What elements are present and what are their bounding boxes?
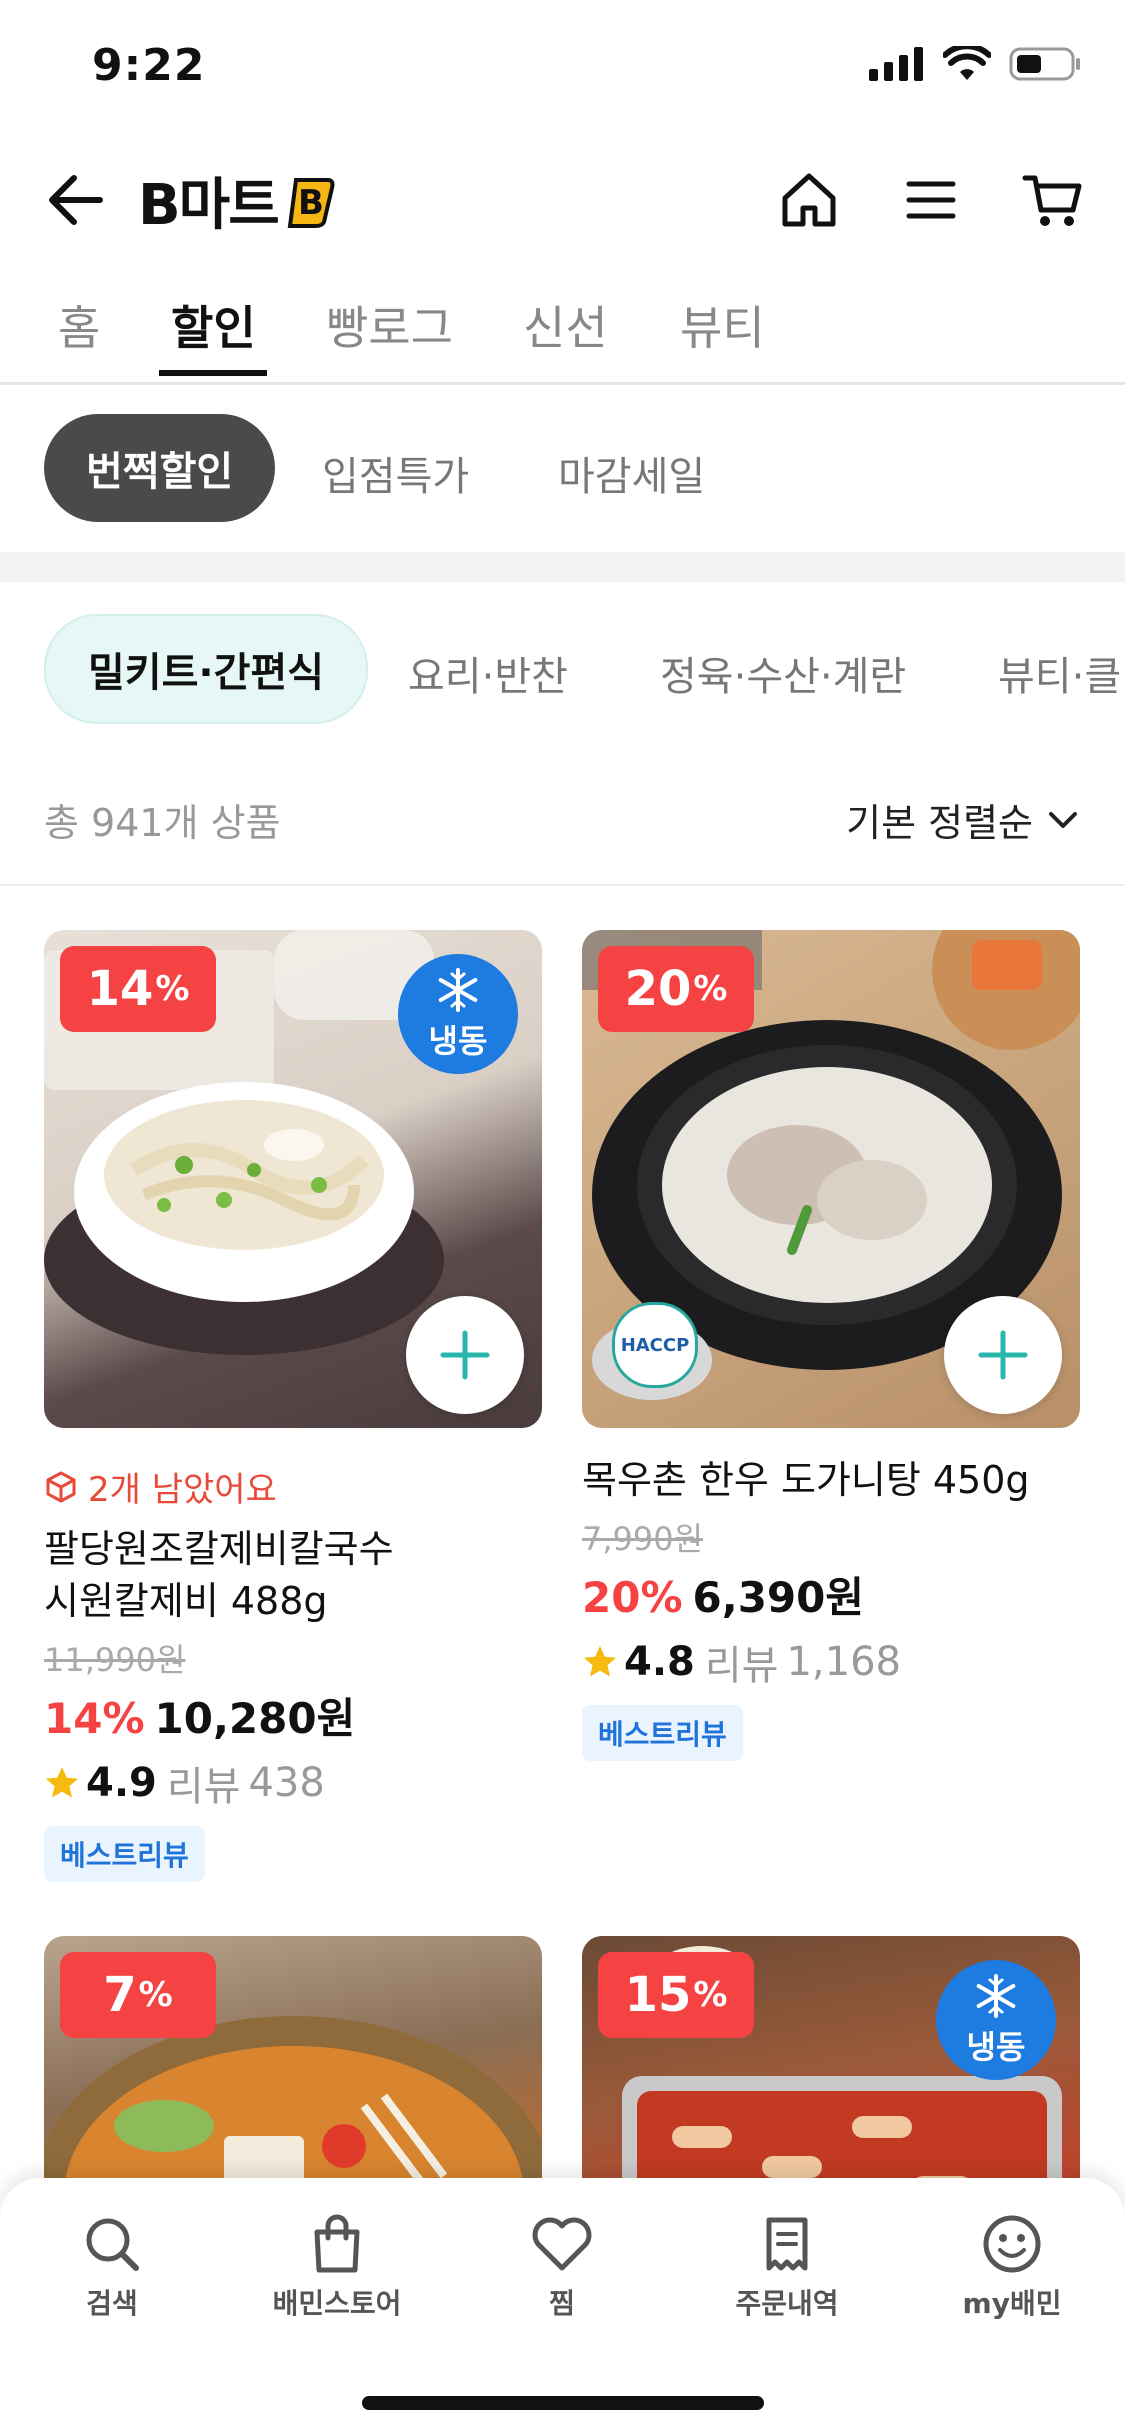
discount-badge: 7% [60,1952,216,2038]
category-mealkit[interactable]: 밀키트·간편식 [44,614,368,724]
best-review-tag: 베스트리뷰 [582,1705,743,1761]
cart-icon[interactable] [1021,168,1085,232]
active-tab-indicator [159,370,267,376]
tab-home[interactable]: 홈 [58,292,100,358]
smiley-icon [983,2215,1041,2273]
snowflake-icon [438,968,478,1012]
top-actions [777,168,1085,232]
subtab-closing-sale[interactable]: 마감세일 [558,444,705,502]
main-tabs: 홈 할인 빵로그 신선 뷰티 [0,282,1125,385]
frozen-badge: 냉동 [398,954,518,1074]
discount-badge: 14% [60,946,216,1032]
original-price: 7,990원 [582,1520,704,1558]
category-beauty[interactable]: 뷰티·클 [998,644,1121,702]
snowflake-icon [976,1974,1016,2018]
rating: 4.8 리뷰 1,168 [582,1633,1080,1691]
status-time: 9:22 [92,40,206,91]
subtab-entry-special[interactable]: 입점특가 [322,444,469,502]
rating-score: 4.8 [624,1639,695,1685]
frozen-badge: 냉동 [936,1960,1056,2080]
sale-price: 20% 6,390원 [582,1564,1080,1625]
review-count: 438 [248,1760,325,1806]
tab-sale[interactable]: 할인 [171,292,256,358]
sale-subtabs: 번쩍할인 입점특가 마감세일 [0,408,1125,528]
back-arrow-icon[interactable] [44,168,108,232]
category-cooking[interactable]: 요리·반찬 [408,644,568,702]
nav-my-baemin[interactable]: my배민 [912,2212,1112,2322]
home-icon[interactable] [777,168,841,232]
product-image[interactable]: 14% 냉동 [44,930,542,1428]
bmart-logo: B마트 B [138,164,338,238]
stock-label: 2개 남았어요 [88,1470,277,1510]
status-bar: 9:22 [0,0,1125,140]
battery-icon [1009,47,1080,81]
receipt-icon [766,2217,808,2271]
signal-icon [869,47,923,81]
product-card[interactable]: 14% 냉동 2개 남았어요 팔당원조칼제비칼국수 시원칼제비 488g 11,… [44,930,542,1882]
status-icons [869,46,1081,82]
top-bar: B마트 B [0,150,1125,250]
product-count: 총 941개 상품 [44,801,281,845]
category-meat-seafood[interactable]: 정육·수산·계란 [660,644,906,702]
plus-icon [440,1330,490,1380]
product-name: 팔당원조칼제비칼국수 시원칼제비 488g [44,1527,394,1623]
brand-name: B마트 [138,172,280,238]
chevron-down-icon [1049,811,1077,828]
home-indicator [362,2396,764,2410]
discount-rate: 14% [44,1694,145,1743]
heart-icon [532,2217,592,2271]
review-count: 1,168 [786,1639,901,1685]
plus-icon [978,1330,1028,1380]
price: 6,390원 [692,1573,865,1622]
rating: 4.9 리뷰 438 [44,1754,542,1812]
bmart-badge-icon: B [287,178,335,228]
menu-icon[interactable] [899,168,963,232]
category-chips: 밀키트·간편식 요리·반찬 정육·수산·계란 뷰티·클 [0,610,1125,724]
review-label: 리뷰 [166,1764,241,1810]
sale-price: 14% 10,280원 [44,1685,542,1746]
tab-bread-log[interactable]: 빵로그 [326,292,453,358]
star-icon [46,1767,78,1798]
product-image[interactable]: 20% HACCP [582,930,1080,1428]
add-to-cart-button[interactable] [406,1296,524,1414]
discount-badge: 15% [598,1952,754,2038]
sort-dropdown[interactable]: 기본 정렬순 [846,792,1081,847]
wifi-icon [943,46,991,80]
tab-fresh[interactable]: 신선 [523,292,608,358]
price: 10,280원 [154,1694,356,1743]
nav-orders[interactable]: 주문내역 [687,2212,887,2322]
stock-alert: 2개 남았어요 [44,1462,542,1511]
add-to-cart-button[interactable] [944,1296,1062,1414]
haccp-badge: HACCP [612,1302,698,1388]
best-review-tag: 베스트리뷰 [44,1826,205,1882]
rating-score: 4.9 [86,1760,157,1806]
nav-search[interactable]: 검색 [12,2212,212,2322]
box-icon [46,1471,76,1502]
product-name: 목우촌 한우 도가니탕 450g [582,1458,1030,1502]
list-divider [0,884,1125,886]
search-icon [86,2218,139,2271]
discount-badge: 20% [598,946,754,1032]
nav-favorites[interactable]: 찜 [462,2212,662,2322]
section-divider [0,552,1125,582]
sort-label: 기본 정렬순 [846,801,1033,845]
subtab-flash-sale[interactable]: 번쩍할인 [44,414,276,522]
star-icon [584,1646,616,1677]
svg-text:B: B [298,183,324,223]
shopping-bag-icon [314,2214,360,2273]
nav-baemin-store[interactable]: 배민스토어 [237,2212,437,2322]
original-price: 11,990원 [44,1641,186,1679]
product-card[interactable]: 20% HACCP 목우촌 한우 도가니탕 450g 7,990원 20% 6,3… [582,930,1080,1761]
discount-rate: 20% [582,1573,683,1622]
tab-beauty[interactable]: 뷰티 [680,292,765,358]
review-label: 리뷰 [704,1643,779,1689]
